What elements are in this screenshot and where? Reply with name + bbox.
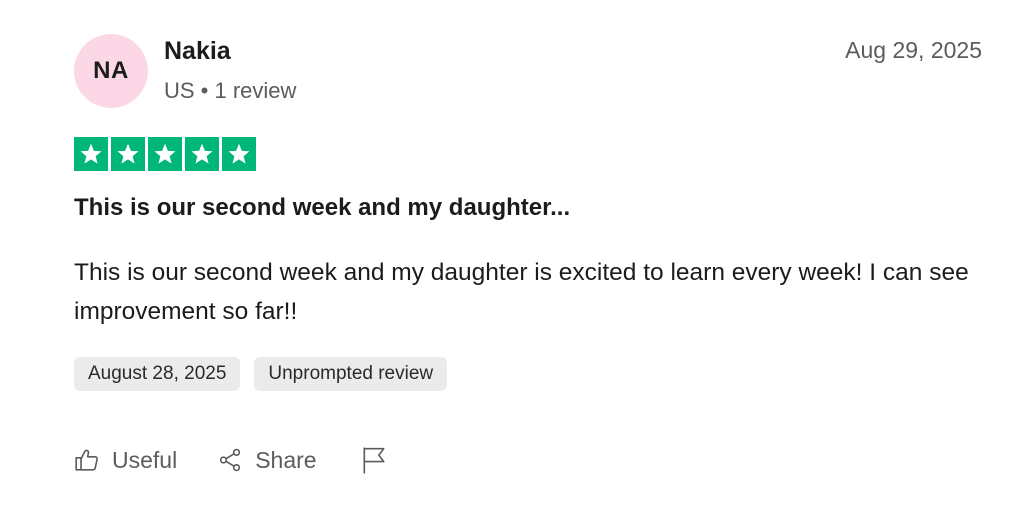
share-icon — [217, 447, 243, 473]
star-icon — [111, 137, 145, 171]
review-date: Aug 29, 2025 — [845, 37, 982, 63]
share-button[interactable]: Share — [217, 446, 317, 474]
report-button[interactable] — [361, 446, 387, 474]
flag-icon — [361, 446, 387, 474]
share-label: Share — [255, 446, 317, 473]
star-icon — [222, 137, 256, 171]
experience-date-chip: August 28, 2025 — [74, 357, 241, 391]
useful-button[interactable]: Useful — [74, 447, 177, 474]
review-chips: August 28, 2025 Unprompted review — [74, 357, 448, 391]
star-rating — [74, 137, 256, 171]
avatar-initials: NA — [93, 57, 129, 84]
review-type-chip[interactable]: Unprompted review — [254, 357, 448, 391]
thumbs-up-icon — [74, 447, 100, 473]
review-title: This is our second week and my daughter.… — [74, 194, 571, 221]
avatar: NA — [74, 34, 148, 108]
reviewer-meta: US • 1 review — [164, 78, 297, 103]
reviewer-name[interactable]: Nakia — [164, 37, 231, 66]
star-icon — [185, 137, 219, 171]
review-card: NA Nakia US • 1 review Aug 29, 2025 This… — [0, 0, 1024, 514]
star-icon — [74, 137, 108, 171]
star-icon — [148, 137, 182, 171]
review-body: This is our second week and my daughter … — [74, 259, 969, 325]
review-actions: Useful Share — [74, 441, 387, 479]
useful-label: Useful — [112, 446, 178, 473]
